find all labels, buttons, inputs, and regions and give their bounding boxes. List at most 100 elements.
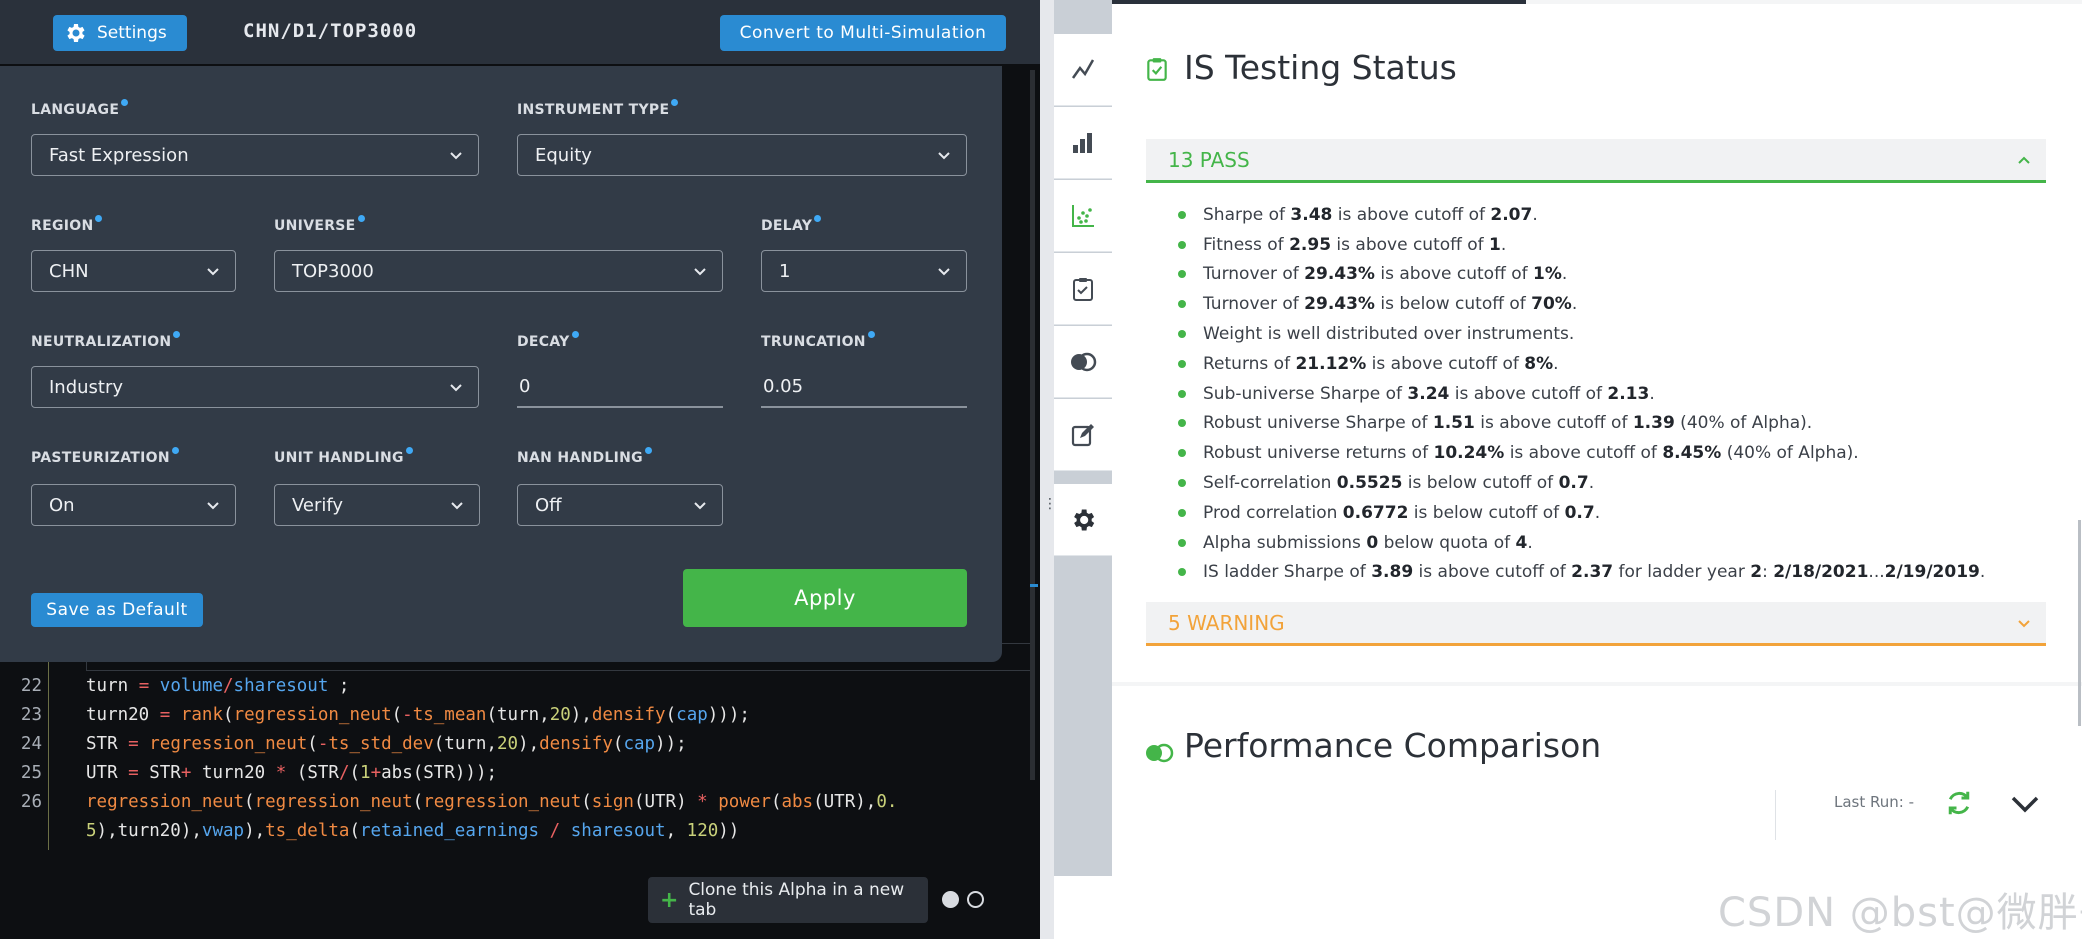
pass-check-list: Sharpe of 3.48 is above cutoff of 2.07. F… <box>1178 200 2058 587</box>
save-as-default-button[interactable]: Save as Default <box>31 593 203 627</box>
check-item: Prod correlation 0.6772 is below cutoff … <box>1178 498 2058 528</box>
check-item: Robust universe returns of 10.24% is abo… <box>1178 438 2058 468</box>
clipboard-check-icon <box>1073 277 1093 301</box>
decay-input[interactable]: 0 <box>517 366 723 408</box>
rail-item-comparison[interactable] <box>1054 326 1112 398</box>
check-text: Weight is well distributed over instrume… <box>1203 324 1575 345</box>
results-pane: IS Testing Status 13 PASS Sharpe of 3.48… <box>1112 0 2082 939</box>
pass-bullet-icon <box>1178 359 1186 368</box>
pass-bullet-icon <box>1178 538 1186 547</box>
check-text: Sub-universe Sharpe of 3.24 is above cut… <box>1203 383 1655 404</box>
warning-accordion-header[interactable]: 5 WARNING <box>1146 602 2046 646</box>
check-item: IS ladder Sharpe of 3.89 is above cutoff… <box>1178 558 2058 588</box>
rail-item-testing-status[interactable] <box>1054 253 1112 325</box>
editor-scroll-marker <box>1030 584 1038 587</box>
watermark-text: CSDN @bst@微胖子 <box>1718 890 2082 936</box>
code-text: turn20 = rank(regression_neut(-ts_mean(t… <box>86 705 750 725</box>
settings-panel: LANGUAGE Fast Expression INSTRUMENT TYPE… <box>0 66 1002 662</box>
neutralization-select[interactable]: Industry <box>31 366 479 408</box>
code-text: STR = regression_neut(-ts_std_dev(turn,2… <box>86 734 687 754</box>
check-item: Turnover of 29.43% is above cutoff of 1%… <box>1178 260 2058 290</box>
truncation-input[interactable]: 0.05 <box>761 366 967 408</box>
check-item: Weight is well distributed over instrume… <box>1178 319 2058 349</box>
check-text: Turnover of 29.43% is below cutoff of 70… <box>1203 294 1578 315</box>
pass-accordion-header[interactable]: 13 PASS <box>1146 139 2046 183</box>
unit-handling-select[interactable]: Verify <box>274 484 480 526</box>
check-item: Sub-universe Sharpe of 3.24 is above cut… <box>1178 379 2058 409</box>
simulation-toolbar: Settings CHN/D1/TOP3000 Convert to Multi… <box>0 0 1040 64</box>
app-root: Settings CHN/D1/TOP3000 Convert to Multi… <box>0 0 2082 939</box>
pager-dot[interactable] <box>942 891 959 908</box>
apply-button[interactable]: Apply <box>683 569 967 627</box>
region-label: REGION <box>31 215 103 234</box>
performance-comparison-title: Performance Comparison <box>1184 726 1602 765</box>
rail-item-bar-chart[interactable] <box>1054 107 1112 179</box>
rail-item-line-chart[interactable] <box>1054 34 1112 106</box>
check-item: Sharpe of 3.48 is above cutoff of 2.07. <box>1178 200 2058 230</box>
chevron-down-icon <box>207 268 219 276</box>
rail-item-edit[interactable] <box>1054 399 1112 471</box>
line-number: 22 <box>20 676 42 696</box>
settings-button-label: Settings <box>97 23 167 43</box>
check-text: Self-correlation 0.5525 is below cutoff … <box>1203 473 1595 494</box>
universe-label: UNIVERSE <box>274 215 365 234</box>
pasteurization-label: PASTEURIZATION <box>31 447 179 466</box>
rail-item-scatter-chart[interactable] <box>1054 180 1112 252</box>
line-number: 24 <box>20 734 42 754</box>
chevron-down-icon <box>450 152 462 160</box>
clone-alpha-button[interactable]: + Clone this Alpha in a new tab <box>648 877 928 923</box>
chevron-up-icon <box>2018 156 2030 164</box>
chevron-down-icon[interactable] <box>2008 790 2042 818</box>
settings-button[interactable]: Settings <box>53 15 187 51</box>
rail-item-settings[interactable] <box>1054 484 1112 556</box>
check-text: Robust universe returns of 10.24% is abo… <box>1203 443 1859 464</box>
chevron-down-icon <box>2018 620 2030 628</box>
check-text: Prod correlation 0.6772 is below cutoff … <box>1203 502 1601 523</box>
chevron-down-icon <box>450 384 462 392</box>
check-text: Alpha submissions 0 below quota of 4. <box>1203 532 1533 553</box>
check-text: Robust universe Sharpe of 1.51 is above … <box>1203 413 1813 434</box>
code-editor[interactable]: 2122turn = volume/sharesout ;23turn20 = … <box>0 644 1040 860</box>
last-run-label: Last Run: - <box>1834 793 1915 811</box>
toggle-icon <box>1146 743 1174 763</box>
chevron-down-icon <box>451 502 463 510</box>
decay-label: DECAY <box>517 331 579 350</box>
check-text: Turnover of 29.43% is above cutoff of 1%… <box>1203 264 1568 285</box>
code-text: UTR = STR+ turn20 * (STR/(1+abs(STR))); <box>86 763 498 783</box>
is-testing-status-title: IS Testing Status <box>1184 48 1457 87</box>
check-item: Robust universe Sharpe of 1.51 is above … <box>1178 409 2058 439</box>
universe-select[interactable]: TOP3000 <box>274 250 723 292</box>
language-select[interactable]: Fast Expression <box>31 134 479 176</box>
pass-bullet-icon <box>1178 300 1186 309</box>
pass-bullet-icon <box>1178 389 1186 398</box>
bar-chart-icon <box>1073 132 1092 153</box>
chevron-down-icon <box>207 502 219 510</box>
clone-alpha-label: Clone this Alpha in a new tab <box>688 880 905 920</box>
pass-bullet-icon <box>1178 330 1186 339</box>
neutralization-label: NEUTRALIZATION <box>31 331 181 350</box>
chevron-down-icon <box>694 268 706 276</box>
convert-multi-simulation-button[interactable]: Convert to Multi-Simulation <box>720 15 1006 51</box>
nan-handling-select[interactable]: Off <box>517 484 723 526</box>
pass-bullet-icon <box>1178 479 1186 488</box>
scatter-chart-icon <box>1072 204 1094 227</box>
delay-select[interactable]: 1 <box>761 250 967 292</box>
gear-icon <box>1074 509 1095 530</box>
unit-handling-label: UNIT HANDLING <box>274 447 413 466</box>
check-item: Fitness of 2.95 is above cutoff of 1. <box>1178 230 2058 260</box>
instrument-type-select[interactable]: Equity <box>517 134 967 176</box>
pager-dot[interactable] <box>967 891 984 908</box>
check-item: Turnover of 29.43% is below cutoff of 70… <box>1178 289 2058 319</box>
check-text: Fitness of 2.95 is above cutoff of 1. <box>1203 234 1507 255</box>
region-select[interactable]: CHN <box>31 250 236 292</box>
check-text: IS ladder Sharpe of 3.89 is above cutoff… <box>1203 562 1986 583</box>
refresh-icon[interactable] <box>1944 788 1974 818</box>
pane-splitter[interactable]: ⋮ <box>1040 0 1057 939</box>
results-scrollbar[interactable] <box>2078 520 2081 726</box>
clipboard-check-icon <box>1147 58 1167 81</box>
code-text: 5),turn20),vwap),ts_delta(retained_earni… <box>86 821 740 841</box>
chevron-down-icon <box>938 152 950 160</box>
toggle-icon <box>1071 352 1097 371</box>
pass-count-label: 13 PASS <box>1168 147 1250 172</box>
pasteurization-select[interactable]: On <box>31 484 236 526</box>
